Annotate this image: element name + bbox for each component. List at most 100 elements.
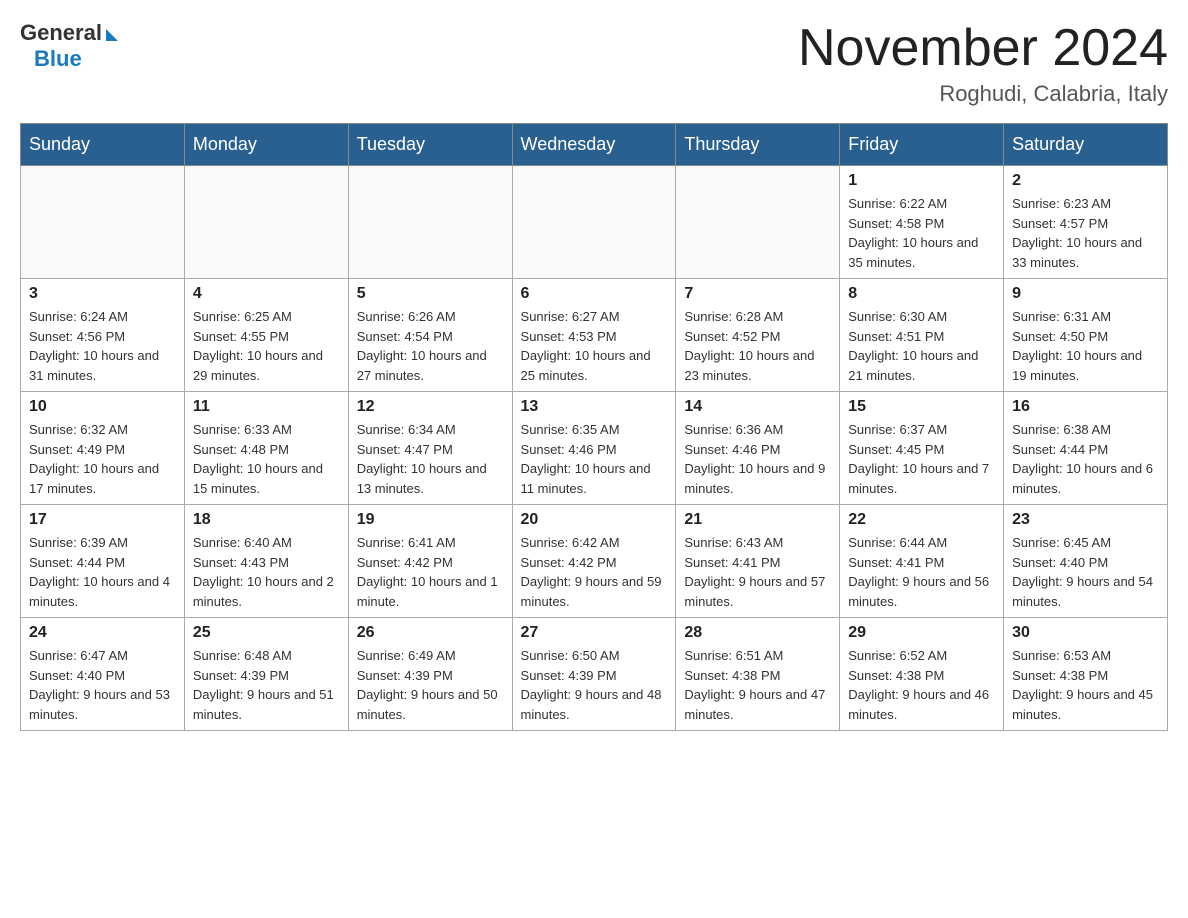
day-info: Sunrise: 6:40 AMSunset: 4:43 PMDaylight:… [193,533,340,611]
calendar-cell: 12 Sunrise: 6:34 AMSunset: 4:47 PMDayligh… [348,392,512,505]
title-section: November 2024 Roghudi, Calabria, Italy [798,20,1168,107]
calendar-cell: 7 Sunrise: 6:28 AMSunset: 4:52 PMDaylight… [676,279,840,392]
day-number: 30 [1012,624,1159,642]
day-number: 21 [684,511,831,529]
day-info: Sunrise: 6:32 AMSunset: 4:49 PMDaylight:… [29,420,176,498]
weekday-header-tuesday: Tuesday [348,124,512,166]
weekday-header-saturday: Saturday [1004,124,1168,166]
calendar-week-row: 24Sunrise: 6:47 AMSunset: 4:40 PMDayligh… [21,618,1168,731]
day-info: Sunrise: 6:27 AMSunset: 4:53 PMDaylight:… [521,307,668,385]
calendar-cell: 1Sunrise: 6:22 AMSunset: 4:58 PMDaylight… [840,166,1004,279]
day-number: 24 [29,624,176,642]
day-number: 6 [521,285,668,303]
weekday-header-thursday: Thursday [676,124,840,166]
day-info: Sunrise: 6:31 AMSunset: 4:50 PMDaylight:… [1012,307,1159,385]
calendar-cell [184,166,348,279]
day-number: 15 [848,398,995,416]
weekday-header-wednesday: Wednesday [512,124,676,166]
day-info: Sunrise: 6:53 AMSunset: 4:38 PMDaylight:… [1012,646,1159,724]
logo: General Blue [20,20,118,72]
day-number: 2 [1012,172,1159,190]
calendar-cell: 8Sunrise: 6:30 AMSunset: 4:51 PMDaylight… [840,279,1004,392]
calendar-cell [21,166,185,279]
day-info: Sunrise: 6:36 AMSunset: 4:46 PMDaylight:… [684,420,831,498]
calendar-cell: 13 Sunrise: 6:35 AMSunset: 4:46 PMDayligh… [512,392,676,505]
day-info: Sunrise: 6:22 AMSunset: 4:58 PMDaylight:… [848,194,995,272]
day-number: 18 [193,511,340,529]
day-number: 16 [1012,398,1159,416]
day-number: 13 [521,398,668,416]
day-number: 17 [29,511,176,529]
calendar-cell: 24Sunrise: 6:47 AMSunset: 4:40 PMDayligh… [21,618,185,731]
day-number: 12 [357,398,504,416]
calendar-cell: 6 Sunrise: 6:27 AMSunset: 4:53 PMDaylight… [512,279,676,392]
page-header: General Blue November 2024 Roghudi, Cala… [20,20,1168,107]
logo-triangle-icon [106,29,118,41]
calendar-cell [676,166,840,279]
day-number: 14 [684,398,831,416]
calendar-cell: 11 Sunrise: 6:33 AMSunset: 4:48 PMDayligh… [184,392,348,505]
calendar-cell [348,166,512,279]
calendar-cell: 29 Sunrise: 6:52 AMSunset: 4:38 PMDayligh… [840,618,1004,731]
calendar-cell: 9 Sunrise: 6:31 AMSunset: 4:50 PMDaylight… [1004,279,1168,392]
calendar-cell: 21 Sunrise: 6:43 AMSunset: 4:41 PMDayligh… [676,505,840,618]
day-number: 9 [1012,285,1159,303]
day-number: 29 [848,624,995,642]
day-info: Sunrise: 6:23 AMSunset: 4:57 PMDaylight:… [1012,194,1159,272]
day-info: Sunrise: 6:39 AMSunset: 4:44 PMDaylight:… [29,533,176,611]
calendar-table: SundayMondayTuesdayWednesdayThursdayFrid… [20,123,1168,731]
day-number: 26 [357,624,504,642]
location-label: Roghudi, Calabria, Italy [798,81,1168,107]
month-title: November 2024 [798,20,1168,77]
calendar-cell: 23Sunrise: 6:45 AMSunset: 4:40 PMDayligh… [1004,505,1168,618]
day-info: Sunrise: 6:37 AMSunset: 4:45 PMDaylight:… [848,420,995,498]
day-number: 10 [29,398,176,416]
weekday-header-sunday: Sunday [21,124,185,166]
calendar-cell: 26 Sunrise: 6:49 AMSunset: 4:39 PMDayligh… [348,618,512,731]
calendar-cell: 28Sunrise: 6:51 AMSunset: 4:38 PMDayligh… [676,618,840,731]
day-number: 19 [357,511,504,529]
day-info: Sunrise: 6:43 AMSunset: 4:41 PMDaylight:… [684,533,831,611]
day-info: Sunrise: 6:41 AMSunset: 4:42 PMDaylight:… [357,533,504,611]
calendar-header-row: SundayMondayTuesdayWednesdayThursdayFrid… [21,124,1168,166]
calendar-cell [512,166,676,279]
day-info: Sunrise: 6:44 AMSunset: 4:41 PMDaylight:… [848,533,995,611]
calendar-cell: 27Sunrise: 6:50 AMSunset: 4:39 PMDayligh… [512,618,676,731]
day-number: 3 [29,285,176,303]
day-number: 27 [521,624,668,642]
calendar-cell: 20Sunrise: 6:42 AMSunset: 4:42 PMDayligh… [512,505,676,618]
day-info: Sunrise: 6:38 AMSunset: 4:44 PMDaylight:… [1012,420,1159,498]
calendar-cell: 30 Sunrise: 6:53 AMSunset: 4:38 PMDayligh… [1004,618,1168,731]
calendar-cell: 18 Sunrise: 6:40 AMSunset: 4:43 PMDayligh… [184,505,348,618]
calendar-week-row: 17 Sunrise: 6:39 AMSunset: 4:44 PMDayligh… [21,505,1168,618]
day-info: Sunrise: 6:33 AMSunset: 4:48 PMDaylight:… [193,420,340,498]
day-number: 20 [521,511,668,529]
day-info: Sunrise: 6:49 AMSunset: 4:39 PMDaylight:… [357,646,504,724]
day-number: 23 [1012,511,1159,529]
logo-blue-text: Blue [34,46,82,72]
day-number: 5 [357,285,504,303]
day-number: 28 [684,624,831,642]
day-info: Sunrise: 6:48 AMSunset: 4:39 PMDaylight:… [193,646,340,724]
calendar-cell: 5Sunrise: 6:26 AMSunset: 4:54 PMDaylight… [348,279,512,392]
logo-general-text: General [20,20,102,46]
day-number: 11 [193,398,340,416]
calendar-cell: 10 Sunrise: 6:32 AMSunset: 4:49 PMDayligh… [21,392,185,505]
day-number: 22 [848,511,995,529]
calendar-week-row: 10 Sunrise: 6:32 AMSunset: 4:49 PMDayligh… [21,392,1168,505]
calendar-cell: 25 Sunrise: 6:48 AMSunset: 4:39 PMDayligh… [184,618,348,731]
day-info: Sunrise: 6:52 AMSunset: 4:38 PMDaylight:… [848,646,995,724]
day-number: 7 [684,285,831,303]
calendar-cell: 17 Sunrise: 6:39 AMSunset: 4:44 PMDayligh… [21,505,185,618]
day-number: 4 [193,285,340,303]
calendar-cell: 14 Sunrise: 6:36 AMSunset: 4:46 PMDayligh… [676,392,840,505]
day-info: Sunrise: 6:28 AMSunset: 4:52 PMDaylight:… [684,307,831,385]
day-info: Sunrise: 6:35 AMSunset: 4:46 PMDaylight:… [521,420,668,498]
day-info: Sunrise: 6:25 AMSunset: 4:55 PMDaylight:… [193,307,340,385]
day-info: Sunrise: 6:34 AMSunset: 4:47 PMDaylight:… [357,420,504,498]
day-number: 25 [193,624,340,642]
day-info: Sunrise: 6:30 AMSunset: 4:51 PMDaylight:… [848,307,995,385]
calendar-cell: 3Sunrise: 6:24 AMSunset: 4:56 PMDaylight… [21,279,185,392]
calendar-cell: 2 Sunrise: 6:23 AMSunset: 4:57 PMDaylight… [1004,166,1168,279]
weekday-header-friday: Friday [840,124,1004,166]
